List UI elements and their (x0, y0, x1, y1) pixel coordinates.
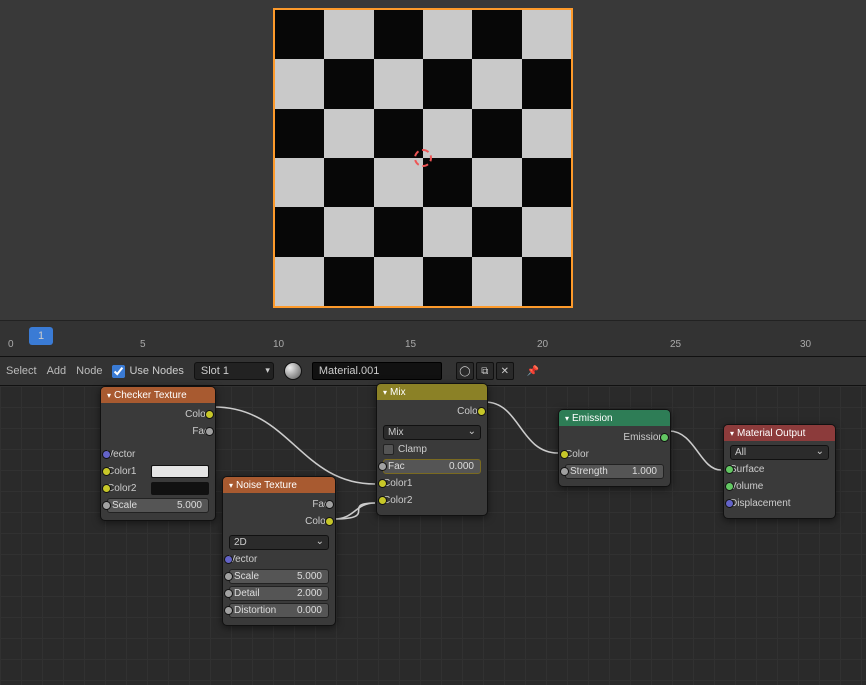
node-header[interactable]: Checker Texture (101, 387, 215, 403)
use-nodes-checkbox[interactable] (112, 365, 125, 378)
timeline-tick: 0 (8, 339, 14, 350)
input-vector-label: Vector (229, 554, 257, 565)
output-color-socket[interactable] (205, 410, 214, 419)
input-detail-socket[interactable] (224, 589, 233, 598)
node-header[interactable]: Material Output (724, 425, 835, 441)
distortion-field[interactable]: Distortion0.000 (229, 603, 329, 618)
timeline-tick: 25 (670, 339, 681, 350)
clamp-label: Clamp (398, 444, 427, 455)
node-emission[interactable]: Emission Emission Color Strength1.000 (558, 409, 671, 487)
strength-field[interactable]: Strength1.000 (565, 464, 664, 479)
input-color2-socket[interactable] (378, 496, 387, 505)
fac-field[interactable]: Fac0.000 (383, 459, 481, 474)
node-header[interactable]: Noise Texture (223, 477, 335, 493)
color2-swatch[interactable] (151, 482, 209, 495)
input-color2-socket[interactable] (102, 484, 111, 493)
node-editor-canvas[interactable]: Checker Texture Color Fac Vector Color1 … (0, 386, 866, 685)
use-nodes-toggle[interactable]: Use Nodes (112, 365, 183, 378)
timeline-tick: 20 (537, 339, 548, 350)
input-strength-socket[interactable] (560, 467, 569, 476)
detail-field[interactable]: Detail2.000 (229, 586, 329, 601)
object-origin-icon (414, 149, 432, 167)
input-color2-label: Color2 (383, 495, 412, 506)
input-color1-label: Color1 (383, 478, 412, 489)
output-fac-socket[interactable] (325, 500, 334, 509)
input-color1-socket[interactable] (378, 479, 387, 488)
node-mix[interactable]: Mix Color Mix Clamp Fac0.000 Color1 Colo… (376, 383, 488, 516)
timeline[interactable]: 1 0 5 10 15 20 25 30 (0, 320, 866, 356)
output-color-socket[interactable] (477, 407, 486, 416)
shield-icon[interactable]: ◯ (456, 362, 474, 380)
node-noise-texture[interactable]: Noise Texture Fac Color 2D Vector Scale5… (222, 476, 336, 626)
checker-plane[interactable] (273, 8, 573, 308)
slot-dropdown[interactable]: Slot 1 (194, 362, 274, 380)
node-material-output[interactable]: Material Output All Surface Volume Displ… (723, 424, 836, 519)
target-dropdown[interactable]: All (730, 445, 829, 460)
node-checker-texture[interactable]: Checker Texture Color Fac Vector Color1 … (100, 386, 216, 521)
output-emission-label: Emission (623, 432, 664, 443)
input-surface-label: Surface (730, 464, 764, 475)
timeline-tick: 30 (800, 339, 811, 350)
pin-icon[interactable]: 📌 (524, 362, 542, 380)
output-fac-socket[interactable] (205, 427, 214, 436)
input-displacement-socket[interactable] (725, 499, 734, 508)
timeline-tick: 5 (140, 339, 146, 350)
node-header[interactable]: Mix (377, 384, 487, 400)
node-editor-header: Select Add Node Use Nodes Slot 1 Materia… (0, 356, 866, 386)
node-header[interactable]: Emission (559, 410, 670, 426)
scale-field[interactable]: Scale5.000 (229, 569, 329, 584)
input-color2-label: Color2 (107, 483, 136, 494)
viewport-3d[interactable] (0, 0, 866, 320)
output-color-socket[interactable] (325, 517, 334, 526)
input-surface-socket[interactable] (725, 465, 734, 474)
current-frame-marker[interactable]: 1 (29, 327, 53, 345)
input-color1-socket[interactable] (102, 467, 111, 476)
input-vector-socket[interactable] (102, 450, 111, 459)
color1-swatch[interactable] (151, 465, 209, 478)
menu-node[interactable]: Node (76, 365, 102, 377)
input-scale-socket[interactable] (224, 572, 233, 581)
input-vector-label: Vector (107, 449, 135, 460)
input-displacement-label: Displacement (730, 498, 791, 509)
scale-field[interactable]: Scale5.000 (107, 498, 209, 513)
input-distortion-socket[interactable] (224, 606, 233, 615)
input-volume-socket[interactable] (725, 482, 734, 491)
output-emission-socket[interactable] (660, 433, 669, 442)
menu-add[interactable]: Add (47, 365, 67, 377)
duplicate-icon[interactable]: ⧉ (476, 362, 494, 380)
dimensions-dropdown[interactable]: 2D (229, 535, 329, 550)
input-vector-socket[interactable] (224, 555, 233, 564)
input-scale-socket[interactable] (102, 501, 111, 510)
menu-select[interactable]: Select (6, 365, 37, 377)
clamp-checkbox[interactable] (383, 444, 394, 455)
timeline-tick: 15 (405, 339, 416, 350)
use-nodes-label: Use Nodes (129, 365, 183, 377)
input-color-socket[interactable] (560, 450, 569, 459)
material-name-input[interactable]: Material.001 (312, 362, 442, 380)
input-volume-label: Volume (730, 481, 763, 492)
close-icon[interactable]: ✕ (496, 362, 514, 380)
input-fac-socket[interactable] (378, 462, 387, 471)
blend-mode-dropdown[interactable]: Mix (383, 425, 481, 440)
input-color1-label: Color1 (107, 466, 136, 477)
material-ball-icon[interactable] (284, 362, 302, 380)
timeline-tick: 10 (273, 339, 284, 350)
